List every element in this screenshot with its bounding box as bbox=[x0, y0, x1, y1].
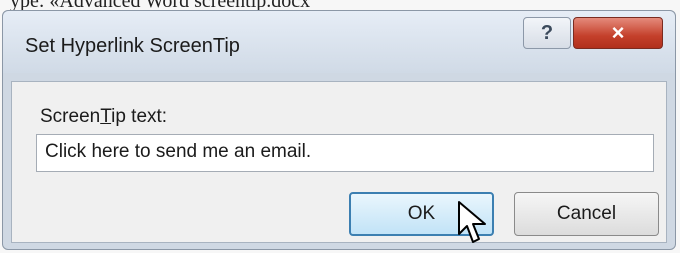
question-mark-icon: ? bbox=[540, 21, 554, 44]
set-hyperlink-screentip-dialog: Set Hyperlink ScreenTip ? × ScreenTip te… bbox=[2, 10, 676, 250]
cancel-button[interactable]: Cancel bbox=[514, 192, 659, 236]
ok-button-label: OK bbox=[407, 203, 436, 224]
help-button[interactable]: ? bbox=[523, 17, 571, 49]
dialog-titlebar[interactable]: Set Hyperlink ScreenTip ? × bbox=[3, 11, 675, 73]
label-prefix: Screen bbox=[40, 106, 101, 127]
cancel-button-label: Cancel bbox=[556, 203, 617, 224]
dialog-title: Set Hyperlink ScreenTip bbox=[25, 35, 240, 57]
arrow-pointer-icon bbox=[458, 201, 486, 243]
screentip-text-label: ScreenTip text: bbox=[40, 106, 167, 128]
close-icon: × bbox=[611, 20, 625, 45]
label-suffix: ip text: bbox=[111, 106, 168, 127]
close-button[interactable]: × bbox=[573, 17, 663, 49]
screentip-text-input[interactable]: Click here to send me an email. bbox=[36, 134, 654, 172]
label-accelerator: T bbox=[100, 106, 112, 127]
dialog-body: ScreenTip text: Click here to send me an… bbox=[11, 81, 667, 243]
